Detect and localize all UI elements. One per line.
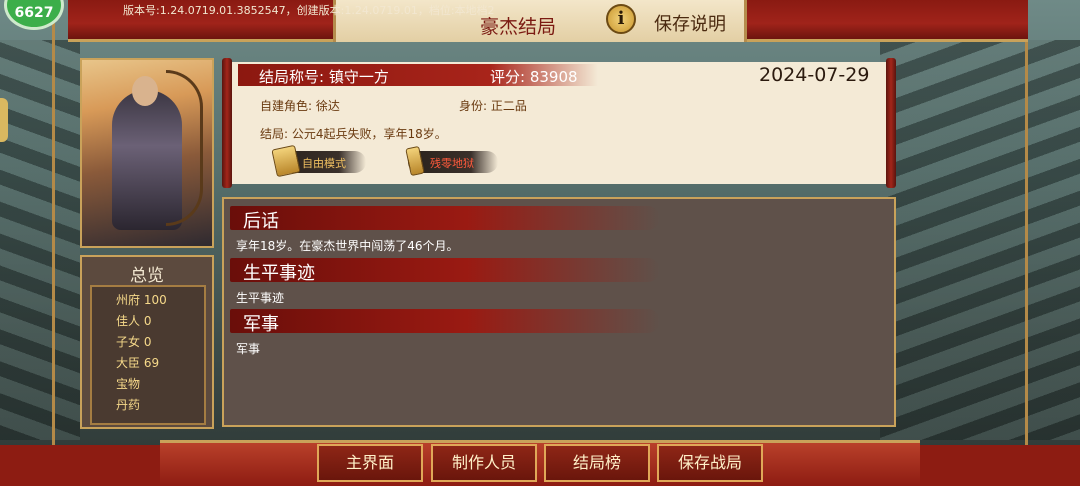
stat-baowu: 宝物 — [116, 375, 140, 392]
scroll-rod-left — [222, 58, 232, 188]
save-description-link[interactable]: 保存说明 — [654, 10, 726, 36]
stat-zinv: 子女 0 — [116, 333, 151, 350]
stat-dachen: 大臣 69 — [116, 354, 159, 371]
stat-value: 69 — [143, 356, 160, 370]
character-portrait — [80, 58, 214, 248]
credits-button[interactable]: 制作人员 — [431, 444, 537, 482]
character-name: 自建角色: 徐达 — [260, 99, 340, 113]
section-title-biography: 生平事迹 — [243, 263, 315, 284]
ending-description: 结局: 公元4起兵失败，享年18岁。 — [260, 127, 447, 141]
portrait-head — [132, 76, 158, 106]
side-handle[interactable] — [0, 98, 8, 142]
ending-date: 2024-07-29 — [759, 64, 870, 86]
portrait-bow — [166, 70, 203, 226]
stat-label: 州府 — [116, 293, 141, 307]
main-menu-button[interactable]: 主界面 — [317, 444, 423, 482]
ending-title: 结局称号: 镇守一方 — [259, 68, 389, 86]
ending-score: 评分: 83908 — [490, 68, 578, 86]
difficulty-tag: 残零地狱 — [405, 145, 498, 177]
section-body-afterword: 享年18岁。在豪杰世界中闯荡了46个月。 — [236, 239, 459, 253]
section-strip — [230, 206, 660, 230]
stat-label: 佳人 — [116, 314, 141, 328]
overview-title: 总览 — [130, 266, 164, 286]
section-title-afterword: 后话 — [243, 211, 279, 232]
save-game-button[interactable]: 保存战局 — [657, 444, 763, 482]
stat-value: 0 — [143, 335, 152, 349]
stat-label: 子女 — [116, 335, 141, 349]
ending-ranking-button[interactable]: 结局榜 — [544, 444, 650, 482]
stat-label: 丹药 — [116, 398, 141, 412]
page-title: 豪杰结局 — [480, 16, 557, 38]
info-icon[interactable]: i — [606, 4, 636, 34]
section-body-military: 军事 — [236, 342, 261, 356]
character-identity: 身份: 正二品 — [459, 99, 527, 113]
stat-label: 大臣 — [116, 356, 141, 370]
scroll-rod-right — [886, 58, 896, 188]
bottom-bar — [160, 440, 920, 486]
stat-value: 100 — [143, 293, 167, 307]
version-info: 版本号:1.24.0719.01.3852547，创建版本:1.24.0719.… — [123, 4, 495, 17]
stat-jiaren: 佳人 0 — [116, 312, 151, 329]
stat-value: 0 — [143, 314, 152, 328]
section-title-military: 军事 — [243, 314, 279, 335]
stat-danyao: 丹药 — [116, 396, 140, 413]
difficulty-tag-label: 残零地狱 — [430, 157, 474, 170]
section-body-biography: 生平事迹 — [236, 291, 285, 305]
stat-label: 宝物 — [116, 377, 141, 391]
section-strip — [230, 309, 660, 333]
mode-tag: 自由模式 — [271, 144, 366, 178]
mode-tag-label: 自由模式 — [302, 157, 346, 170]
stat-zhoufu: 州府 100 — [116, 291, 167, 308]
